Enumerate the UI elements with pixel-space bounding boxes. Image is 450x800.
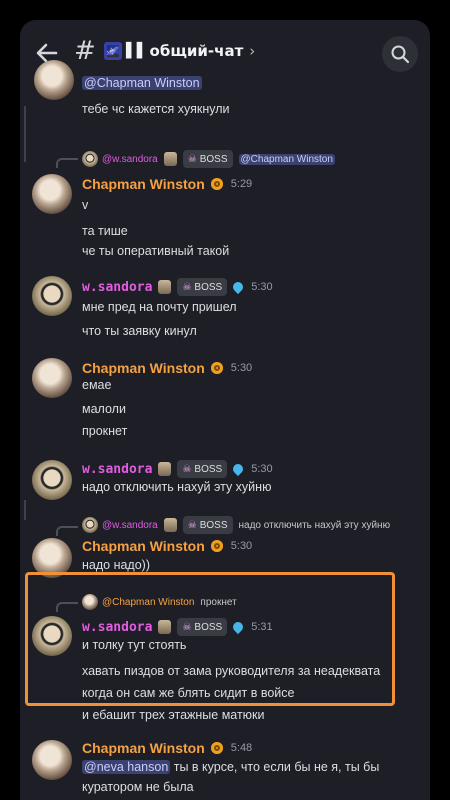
thread-divider [24, 106, 26, 162]
avatar[interactable] [32, 174, 72, 214]
chat-screen: # 🌌 ▌▌ общий-чат › @Chapman Winston тебе… [20, 20, 430, 800]
search-button[interactable] [382, 36, 418, 72]
message-list[interactable]: @Chapman Winston тебе чс кажется хуякнул… [20, 60, 430, 800]
message-text: и ебашит трех этажные матюки [82, 708, 265, 722]
message-text: v [82, 198, 89, 212]
role-badge: ☠ BOSS [182, 150, 233, 168]
droplet-icon [231, 461, 246, 477]
user-mention[interactable]: @Chapman Winston [82, 76, 202, 90]
reply-preview[interactable]: @w.sandora ☠ BOSS @Chapman Winston [82, 150, 335, 168]
message-text: че ты оперативный такой [82, 244, 230, 258]
avatar[interactable] [32, 616, 72, 656]
galaxy-icon: 🌌 [104, 42, 122, 60]
reply-author: @w.sandora [102, 519, 158, 531]
role-badge: ☠ BOSS [177, 278, 228, 296]
avatar [82, 594, 98, 610]
timestamp: 5:31 [251, 621, 273, 633]
reply-preview[interactable]: @Chapman Winston прокнет [82, 594, 237, 610]
author-name[interactable]: Chapman Winston 5:29 [82, 176, 252, 192]
message-text: та тише [82, 224, 128, 238]
avatar[interactable] [32, 460, 72, 500]
droplet-icon [231, 279, 246, 295]
message-text: что ты заявку кинул [82, 324, 197, 338]
hash-icon: # [74, 36, 96, 66]
role-badge: ☠ BOSS [177, 460, 228, 478]
reply-preview[interactable]: @w.sandora ☠ BOSS надо отключить нахуй эт… [82, 516, 390, 534]
bars-icon: ▌▌ [126, 43, 148, 59]
thread-divider [24, 500, 26, 520]
reply-connector [56, 602, 78, 612]
message-text: мне пред на почту пришел [82, 300, 237, 314]
author-name[interactable]: w.sandora ☠ BOSS 5:30 [82, 460, 273, 478]
reply-text: надо отключить нахуй эту хуйню [238, 519, 391, 531]
role-badge: ☠ BOSS [182, 516, 233, 534]
user-mention[interactable]: @neva hanson [82, 760, 171, 774]
timestamp: 5:29 [230, 178, 253, 190]
message-text: тебе чс кажется хуякнули [82, 102, 230, 116]
sticker-icon [163, 152, 177, 166]
message-text: и толку тут стоять [82, 638, 187, 652]
reply-author: @Chapman Winston [102, 596, 195, 608]
sticker-icon [158, 462, 172, 476]
skull-icon: ☠ [187, 153, 197, 165]
reply-mention: @Chapman Winston [238, 153, 335, 165]
gear-badge-icon [210, 178, 223, 190]
channel-title[interactable]: 🌌 ▌▌ общий-чат › [104, 42, 255, 60]
avatar[interactable] [32, 740, 72, 780]
skull-icon: ☠ [182, 621, 192, 633]
avatar [82, 517, 98, 533]
reply-author: @w.sandora [102, 153, 158, 165]
message-text: @neva hanson ты в курсе, что если бы не … [82, 760, 380, 774]
sticker-icon [163, 518, 177, 532]
skull-icon: ☠ [182, 281, 192, 293]
skull-icon: ☠ [182, 463, 192, 475]
channel-name: общий-чат [149, 42, 244, 60]
reply-text: прокнет [200, 596, 237, 608]
timestamp: 5:30 [251, 281, 273, 293]
message-text: прокнет [82, 424, 128, 438]
sticker-icon [158, 280, 172, 294]
timestamp: 5:30 [230, 540, 253, 552]
author-name[interactable]: w.sandora ☠ BOSS 5:31 [82, 618, 273, 636]
gear-badge-icon [210, 362, 223, 374]
timestamp: 5:48 [230, 742, 253, 754]
message-text: когда он сам же блять сидит в войсе [82, 686, 295, 700]
timestamp: 5:30 [230, 362, 253, 374]
message-text: @Chapman Winston [82, 76, 202, 90]
avatar [82, 151, 98, 167]
gear-badge-icon [210, 742, 223, 754]
gear-badge-icon [210, 540, 223, 552]
avatar[interactable] [32, 276, 72, 316]
author-name[interactable]: Chapman Winston 5:48 [82, 740, 252, 756]
role-badge: ☠ BOSS [177, 618, 228, 636]
droplet-icon [231, 619, 246, 635]
message-text: куратором не была [82, 780, 194, 794]
reply-connector [56, 526, 78, 536]
author-name[interactable]: w.sandora ☠ BOSS 5:30 [82, 278, 273, 296]
author-name[interactable]: Chapman Winston 5:30 [82, 538, 252, 554]
chevron-right-icon: › [249, 42, 256, 60]
message-text: надо отключить нахуй эту хуйню [82, 480, 272, 494]
author-name[interactable]: Chapman Winston 5:30 [82, 360, 252, 376]
sticker-icon [158, 620, 172, 634]
avatar[interactable] [32, 358, 72, 398]
message-text: надо надо)) [82, 558, 150, 572]
message-text: малоли [82, 402, 126, 416]
reply-connector [56, 158, 78, 168]
message-text: емае [82, 378, 112, 392]
message-text: хавать пиздов от зама руководителя за не… [82, 664, 381, 678]
skull-icon: ☠ [187, 519, 197, 531]
avatar[interactable] [34, 60, 74, 100]
search-icon [391, 45, 410, 64]
timestamp: 5:30 [251, 463, 273, 475]
